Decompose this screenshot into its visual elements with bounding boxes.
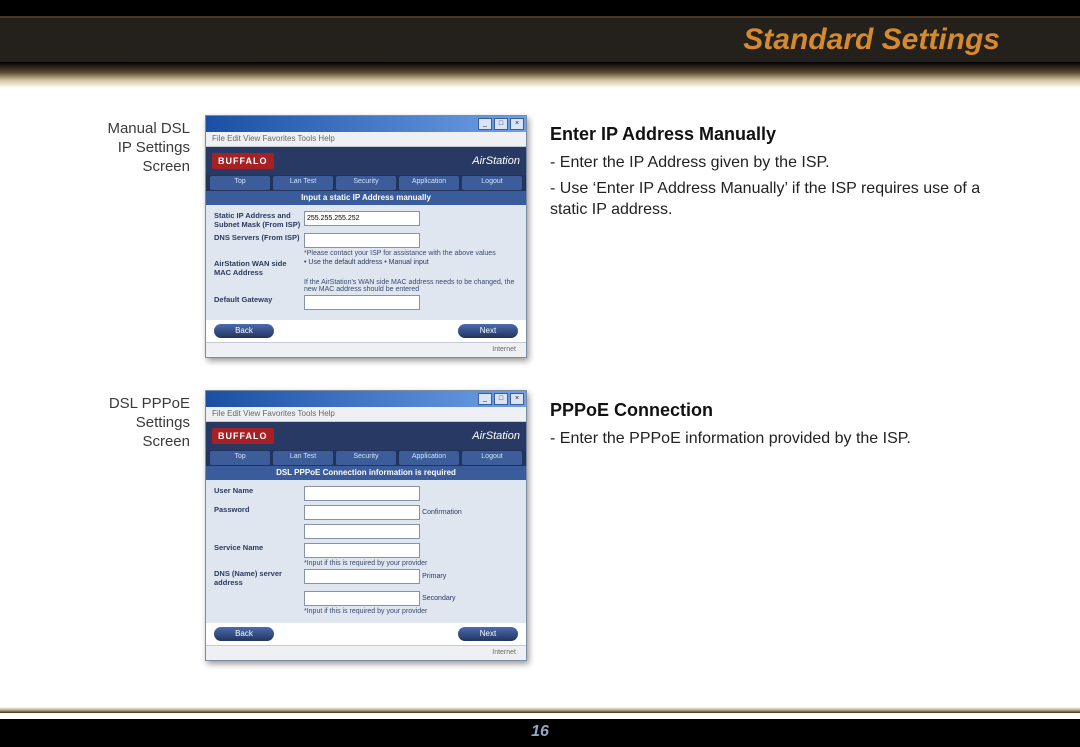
username-input xyxy=(304,486,420,501)
dns-input xyxy=(304,233,420,248)
nav-tab: Top xyxy=(210,176,270,190)
form-header: DSL PPPoE Connection information is requ… xyxy=(206,466,526,480)
next-button: Next xyxy=(458,627,518,641)
brand-bar: BUFFALO AirStation xyxy=(206,147,526,175)
nav-tab: Security xyxy=(336,176,396,190)
nav-tabs: Top Lan Test Security Application Logout xyxy=(206,175,526,191)
window-min-icon: _ xyxy=(478,393,492,405)
section-enter-ip: Enter IP Address Manually - Enter the IP… xyxy=(550,122,1010,225)
window-close-icon: × xyxy=(510,118,524,130)
nav-tab: Application xyxy=(399,451,459,465)
form-header: Input a static IP Address manually xyxy=(206,191,526,205)
product-name: AirStation xyxy=(472,430,520,442)
nav-tabs: Top Lan Test Security Application Logout xyxy=(206,450,526,466)
caption-manual-dsl: Manual DSL IP Settings Screen xyxy=(70,120,190,176)
dns-primary-input xyxy=(304,569,420,584)
service-name-input xyxy=(304,543,420,558)
header-black-strip xyxy=(0,0,1080,16)
page-title: Standard Settings xyxy=(743,23,1000,56)
password-confirm-input xyxy=(304,524,420,539)
nav-tab: Logout xyxy=(462,451,522,465)
dns-secondary-input xyxy=(304,591,420,606)
section-text: - Enter the PPPoE information provided b… xyxy=(550,428,1010,450)
section-text: - Enter the IP Address given by the ISP. xyxy=(550,152,1010,174)
nav-tab: Top xyxy=(210,451,270,465)
page-number: 16 xyxy=(0,723,1080,741)
screenshot-manual-dsl-ip: _ □ × File Edit View Favorites Tools Hel… xyxy=(205,115,527,358)
screenshot-dsl-pppoe: _ □ × File Edit View Favorites Tools Hel… xyxy=(205,390,527,661)
window-titlebar: _ □ × xyxy=(206,116,526,132)
back-button: Back xyxy=(214,627,274,641)
nav-tab: Lan Test xyxy=(273,451,333,465)
page-title-bar: Standard Settings xyxy=(0,18,1080,62)
form-body: Static IP Address and Subnet Mask (From … xyxy=(206,205,526,320)
header-gradient xyxy=(0,62,1080,88)
window-min-icon: _ xyxy=(478,118,492,130)
brand-logo: BUFFALO xyxy=(212,428,274,444)
window-close-icon: × xyxy=(510,393,524,405)
section-text: - Use ‘Enter IP Address Manually’ if the… xyxy=(550,178,1010,221)
password-input xyxy=(304,505,420,520)
next-button: Next xyxy=(458,324,518,338)
browser-menubar: File Edit View Favorites Tools Help xyxy=(206,132,526,147)
gateway-input xyxy=(304,295,420,310)
wizard-nav: Back Next xyxy=(206,623,526,645)
form-body: User Name Password Confirmation Service … xyxy=(206,480,526,623)
brand-logo: BUFFALO xyxy=(212,153,274,169)
manual-page: Standard Settings Manual DSL IP Settings… xyxy=(0,0,1080,747)
ip-subnet-input xyxy=(304,211,420,226)
footer-divider xyxy=(0,707,1080,713)
back-button: Back xyxy=(214,324,274,338)
browser-statusbar: Internet xyxy=(206,645,526,660)
brand-bar: BUFFALO AirStation xyxy=(206,422,526,450)
nav-tab: Lan Test xyxy=(273,176,333,190)
window-max-icon: □ xyxy=(494,118,508,130)
section-heading: PPPoE Connection xyxy=(550,398,1010,422)
window-max-icon: □ xyxy=(494,393,508,405)
section-pppoe: PPPoE Connection - Enter the PPPoE infor… xyxy=(550,398,1010,454)
product-name: AirStation xyxy=(472,155,520,167)
browser-menubar: File Edit View Favorites Tools Help xyxy=(206,407,526,422)
window-titlebar: _ □ × xyxy=(206,391,526,407)
nav-tab: Logout xyxy=(462,176,522,190)
caption-dsl-pppoe: DSL PPPoE Settings Screen xyxy=(70,395,190,451)
section-heading: Enter IP Address Manually xyxy=(550,122,1010,146)
nav-tab: Security xyxy=(336,451,396,465)
nav-tab: Application xyxy=(399,176,459,190)
wizard-nav: Back Next xyxy=(206,320,526,342)
browser-statusbar: Internet xyxy=(206,342,526,357)
